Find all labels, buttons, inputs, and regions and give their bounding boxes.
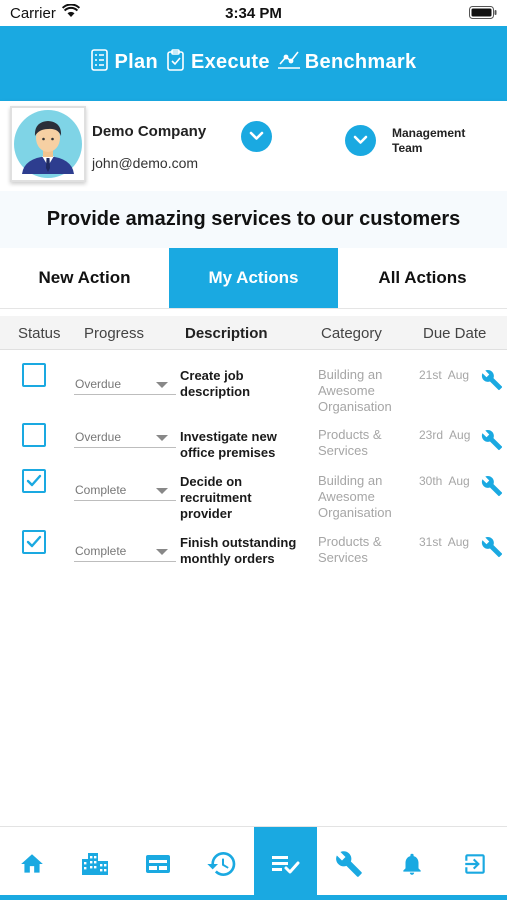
progress-value: Overdue	[75, 430, 122, 444]
action-description: Decide on recruitment provider	[180, 474, 252, 521]
nav-notifications[interactable]	[380, 827, 443, 900]
status-checkbox[interactable]	[22, 423, 46, 447]
battery-icon	[469, 6, 497, 24]
action-description: Finish outstanding monthly orders	[180, 535, 297, 566]
due-day: 21st	[419, 368, 442, 382]
plan-icon	[88, 48, 112, 77]
clock: 3:34 PM	[225, 5, 282, 22]
due-month: Aug	[449, 428, 471, 442]
due-date: 31st Aug	[419, 535, 469, 549]
brand-execute: Execute	[190, 51, 270, 73]
action-category: Building an Awesome Organisation	[318, 367, 392, 414]
user-email: john@demo.com	[92, 155, 199, 171]
mission-banner: Provide amazing services to our customer…	[0, 191, 507, 248]
home-icon	[20, 853, 43, 873]
company-dropdown-button[interactable]	[241, 121, 272, 152]
edit-wrench-icon[interactable]	[481, 475, 503, 502]
bell-icon	[403, 853, 421, 875]
due-month: Aug	[448, 474, 470, 488]
chevron-down-icon	[249, 131, 264, 140]
progress-value: Complete	[75, 483, 127, 497]
caret-down-icon	[156, 488, 168, 494]
nav-my-actions[interactable]	[253, 827, 317, 900]
caret-down-icon	[156, 435, 168, 441]
column-category: Category	[321, 325, 382, 342]
tab-my-actions[interactable]: My Actions	[169, 248, 338, 308]
team-dropdown-button[interactable]	[345, 125, 376, 156]
due-day: 31st	[419, 535, 442, 549]
progress-value: Overdue	[75, 377, 122, 391]
status-checkbox[interactable]	[22, 530, 46, 554]
progress-dropdown[interactable]: Overdue	[74, 373, 176, 395]
brand-plan: Plan	[114, 51, 158, 73]
action-description: Create job description	[180, 368, 251, 399]
wrench-icon	[335, 850, 362, 877]
nav-history[interactable]	[190, 827, 253, 900]
brand-logo: Plan Execute Benchmark	[0, 48, 507, 77]
table-header: Status Progress Description Category Due…	[0, 316, 507, 350]
action-category: Products & Services	[318, 427, 382, 458]
due-day: 30th	[419, 474, 443, 488]
tab-new-action[interactable]: New Action	[0, 248, 169, 308]
profile-panel: Demo Company john@demo.com Management Te…	[0, 101, 507, 191]
card-icon	[146, 854, 171, 873]
column-due-date: Due Date	[423, 325, 487, 342]
due-date: 23rd Aug	[419, 428, 470, 442]
nav-logout[interactable]	[444, 827, 507, 900]
benchmark-icon	[276, 48, 302, 77]
status-checkbox[interactable]	[22, 363, 46, 387]
column-progress: Progress	[84, 325, 145, 342]
tab-all-actions[interactable]: All Actions	[338, 248, 507, 308]
action-category: Building an Awesome Organisation	[318, 473, 392, 520]
logout-icon	[465, 853, 486, 874]
due-month: Aug	[447, 368, 470, 382]
due-date: 30th Aug	[419, 474, 470, 488]
checkmark-icon	[26, 535, 42, 548]
column-status: Status	[18, 325, 61, 342]
progress-dropdown[interactable]: Complete	[74, 540, 176, 562]
nav-tools[interactable]	[317, 827, 380, 900]
chevron-down-icon	[353, 135, 368, 144]
progress-dropdown[interactable]: Overdue	[74, 426, 176, 448]
caret-down-icon	[156, 382, 168, 388]
status-checkbox[interactable]	[22, 469, 46, 493]
bottom-nav	[0, 826, 507, 900]
caret-down-icon	[156, 549, 168, 555]
due-day: 23rd	[419, 428, 444, 442]
action-tabs: New Action My Actions All Actions	[0, 248, 507, 309]
company-name: Demo Company	[92, 123, 207, 140]
edit-wrench-icon[interactable]	[481, 429, 503, 456]
app-header: Plan Execute Benchmark	[0, 26, 507, 101]
checklist-icon	[272, 855, 300, 873]
due-date: 21st Aug	[419, 368, 469, 382]
brand-benchmark: Benchmark	[304, 51, 417, 73]
action-category: Products & Services	[318, 534, 382, 565]
execute-icon	[164, 48, 188, 77]
home-indicator	[0, 895, 507, 900]
progress-dropdown[interactable]: Complete	[74, 479, 176, 501]
nav-home[interactable]	[0, 827, 63, 900]
checkmark-icon	[26, 474, 42, 487]
status-bar: Carrier 3:34 PM	[0, 0, 507, 26]
edit-wrench-icon[interactable]	[481, 369, 503, 396]
building-icon	[82, 852, 109, 875]
due-month: Aug	[447, 535, 470, 549]
avatar[interactable]	[10, 106, 86, 182]
action-description: Investigate new office premises	[180, 429, 277, 460]
history-icon	[207, 851, 236, 876]
nav-organisation[interactable]	[63, 827, 126, 900]
nav-cards[interactable]	[127, 827, 190, 900]
edit-wrench-icon[interactable]	[481, 536, 503, 563]
mission-text: Provide amazing services to our customer…	[46, 208, 461, 230]
progress-value: Complete	[75, 544, 127, 558]
team-name: Management Team	[392, 126, 466, 155]
column-description: Description	[185, 325, 268, 342]
